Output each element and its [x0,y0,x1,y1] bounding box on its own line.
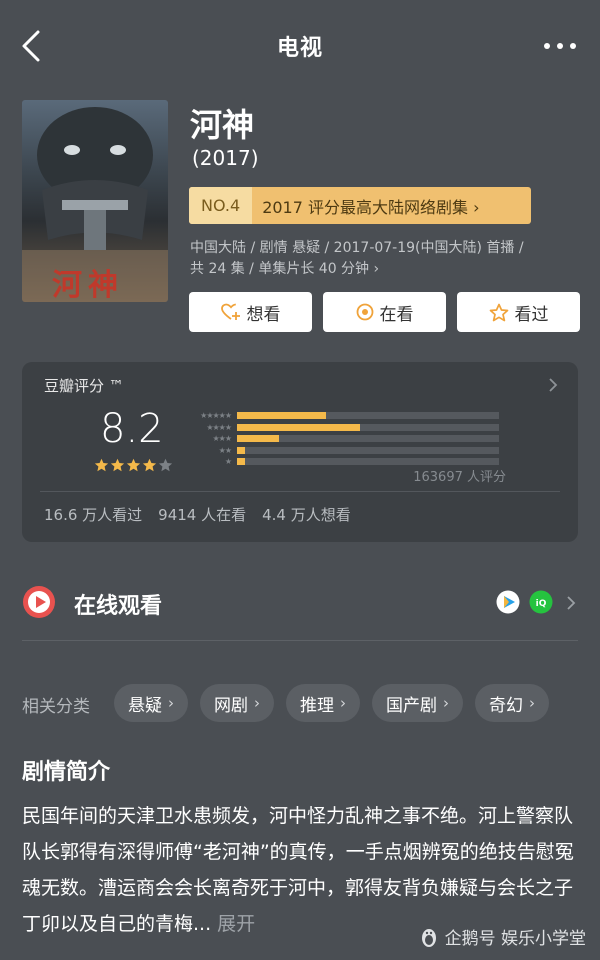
rating-star-icon [142,458,157,472]
chevron-right-icon[interactable] [548,377,558,393]
rating-star-icon [94,458,109,472]
related-categories: 悬疑 › 网剧 › 推理 › 国产剧 › 奇幻 › [114,684,549,722]
meta-chevron-icon: › [373,261,380,277]
chevron-right-icon: › [529,694,535,712]
tag-label: 悬疑 [128,695,162,716]
tag-suspense[interactable]: 悬疑 › [114,684,188,722]
more-options-icon[interactable] [542,40,578,52]
rating-score: 8.2 [100,406,164,452]
want-to-watch-label: 想看 [246,304,281,325]
expand-link[interactable]: 展开 [211,913,255,935]
want-count: 4.4 万人想看 [262,506,351,524]
synopsis-body: 民国年间的天津卫水患频发，河中怪力乱神之事不绝。河上警察队队长郭得有深得师傅“老… [22,805,574,935]
heart-plus-icon [220,303,240,320]
tag-label: 国产剧 [386,695,437,716]
rank-description: 2017 评分最高大陆网络剧集 › [262,197,480,217]
distribution-row: ★★★★ [185,422,505,434]
watermark-text: 企鹅号 娱乐小学堂 [444,929,586,949]
distribution-fill [237,435,279,443]
tag-fantasy[interactable]: 奇幻 › [475,684,549,722]
distribution-row: ★★★ [185,433,505,445]
online-watch-row[interactable]: 在线观看 iQ [22,580,578,640]
poster-image[interactable]: 河神 [22,100,168,302]
play-icon [23,586,55,618]
chevron-right-icon: › [254,694,260,712]
iqiyi-icon[interactable]: iQ [528,590,554,614]
target-icon [356,303,373,321]
watched-count: 16.6 万人看过 [44,506,143,524]
watch-stats: 16.6 万人看过 9414 人在看 4.4 万人想看 [44,504,351,525]
penguin-logo-icon [421,928,436,947]
svg-text:iQ: iQ [536,599,547,609]
meta-line-1: 中国大陆 / 剧情 悬疑 / 2017-07-19(中国大陆) 首播 / [190,240,524,256]
rating-stars [94,458,173,472]
rating-count: 163697 人评分 [413,470,506,485]
show-metadata[interactable]: 中国大陆 / 剧情 悬疑 / 2017-07-19(中国大陆) 首播 / 共 2… [190,238,578,280]
watching-label: 在看 [379,304,414,325]
synopsis-title: 剧情简介 [22,760,111,785]
tag-label: 网剧 [214,695,248,716]
rating-distribution: ★★★★★ ★★★★ ★★★ ★★ ★ [185,410,505,468]
chevron-right-icon[interactable] [566,595,576,611]
distribution-track [237,458,499,466]
synopsis-text: 民国年间的天津卫水患频发，河中怪力乱神之事不绝。河上警察队队长郭得有深得师傅“老… [22,798,582,942]
rating-star-icon [126,458,141,472]
watched-button[interactable]: 看过 [457,292,580,332]
ranking-banner[interactable]: NO.4 2017 评分最高大陆网络剧集 › [189,187,531,224]
watermark: 企鹅号 娱乐小学堂 [419,924,586,949]
chevron-right-icon: › [340,694,346,712]
meta-line-2: 共 24 集 / 单集片长 40 分钟 › [190,261,380,277]
poster-title-text: 河神 [52,268,124,302]
distribution-fill [237,423,361,431]
tag-domestic-drama[interactable]: 国产剧 › [372,684,463,722]
distribution-stars-icon: ★★★ [212,434,232,444]
video-platform-icon[interactable] [496,590,520,614]
star-outline-icon [489,303,508,321]
distribution-track [237,446,499,454]
tag-web-series[interactable]: 网剧 › [200,684,274,722]
watched-label: 看过 [514,304,549,325]
douban-rating-card[interactable]: 豆瓣评分 ™ 8.2 ★★★★★ ★★★★ ★★★ ★★ ★ 163697 人评分 16… [22,362,578,542]
divider [22,640,578,641]
distribution-fill [237,458,245,466]
distribution-fill [237,412,327,420]
distribution-row: ★★★★★ [185,410,505,422]
distribution-stars-icon: ★★★★★ [200,411,232,421]
rating-star-icon [110,458,125,472]
tag-label: 推理 [300,695,334,716]
rating-source-label: 豆瓣评分 ™ [44,377,124,395]
distribution-track [237,435,499,443]
want-to-watch-button[interactable]: 想看 [189,292,312,332]
distribution-track [237,412,499,420]
distribution-stars-icon: ★ [224,457,232,467]
top-nav-bar: 电视 [0,0,600,92]
watching-button[interactable]: 在看 [323,292,446,332]
show-title: 河神 [190,106,255,144]
show-year: (2017) [192,146,259,170]
distribution-track [237,423,499,431]
rank-number: NO.4 [189,187,253,224]
chevron-right-icon: › [443,694,449,712]
divider [40,491,560,492]
action-buttons: 想看 在看 看过 [189,292,580,332]
related-categories-label: 相关分类 [22,697,90,717]
online-watch-label: 在线观看 [74,594,163,619]
tag-mystery[interactable]: 推理 › [286,684,360,722]
distribution-stars-icon: ★★★★ [206,422,232,432]
rating-star-icon [158,458,173,472]
chevron-right-icon: › [168,694,174,712]
watching-count: 9414 人在看 [158,506,247,524]
distribution-fill [237,446,245,454]
distribution-row: ★★ [185,445,505,457]
tag-label: 奇幻 [489,695,523,716]
distribution-stars-icon: ★★ [218,445,232,455]
nav-title: 电视 [276,36,323,61]
